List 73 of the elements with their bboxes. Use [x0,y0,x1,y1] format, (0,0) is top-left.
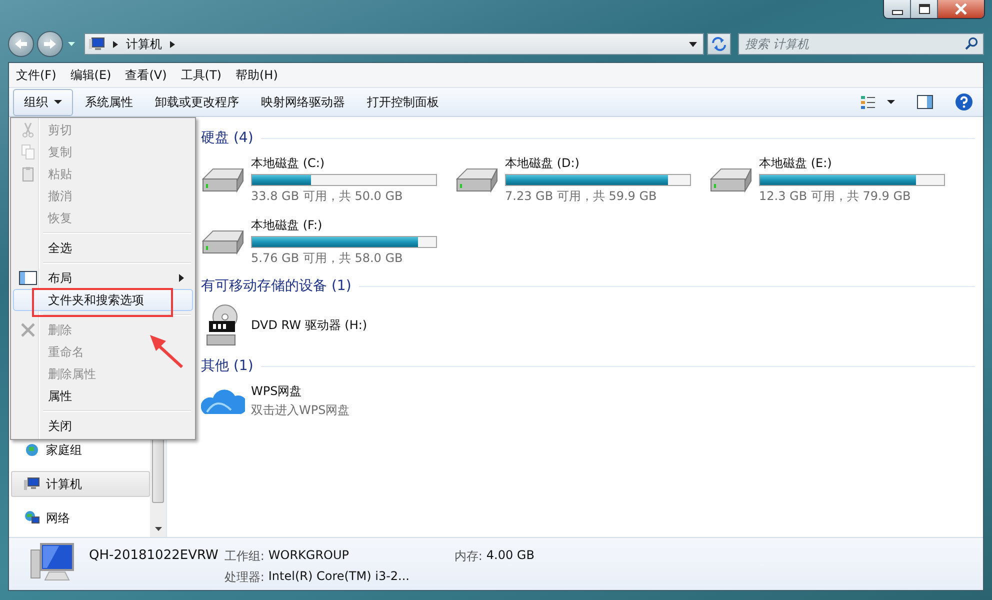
item-name[interactable]: 本地磁盘 (E:) [759,155,945,172]
group-heading: 硬盘 (4) [201,129,254,147]
maximize-button[interactable] [911,0,938,18]
computer-name: QH-20181022EVRW [89,547,218,563]
close-button[interactable] [938,0,984,18]
detail-value: WORKGROUP [268,548,350,564]
scroll-down-icon[interactable] [154,527,162,531]
navigation-item[interactable]: 网络 [11,505,150,531]
search-field[interactable]: 搜索 计算机 [738,33,984,55]
navigation-item[interactable]: 计算机 [11,471,150,497]
toolbar-button[interactable]: 映射网络驱动器 [251,90,355,114]
menu-item[interactable]: 文件(F) [11,66,62,84]
pointer-arrow [148,333,184,369]
item-name[interactable]: WPS网盘 [251,383,350,400]
chevron-icon[interactable] [113,40,118,48]
group-heading: 其他 (1) [201,357,254,375]
toolbar-button[interactable]: 打开控制面板 [357,90,449,114]
view-caret-icon[interactable] [887,100,895,104]
detail-value: Intel(R) Core(TM) i3-2... [268,569,410,585]
item-detail: 7.23 GB 可用，共 59.9 GB [505,188,658,205]
toolbar-button[interactable]: 系统属性 [75,90,143,114]
back-button[interactable] [8,31,34,57]
minimize-icon [892,10,902,14]
toolbar-button[interactable]: 卸载或更改程序 [145,90,249,114]
help-icon[interactable] [955,93,973,111]
computer-icon [89,37,105,51]
copy-icon [21,144,35,160]
address-bar[interactable]: 计算机 [84,33,704,55]
dropdown-caret-icon[interactable] [689,42,697,46]
clipboard-icon [22,166,34,182]
item-detail: 12.3 GB 可用，共 79.9 GB [759,188,912,205]
preview-pane-icon[interactable] [917,95,933,109]
menu-item[interactable]: 属性 [13,385,193,407]
globe-icon [24,442,40,458]
detail-label: 处理器: [224,569,264,586]
detail-label: 工作组: [224,548,264,565]
item-name[interactable]: 本地磁盘 (D:) [505,155,691,172]
history-caret-icon[interactable] [68,42,75,46]
delete-icon [21,323,35,337]
menu-item[interactable]: 全选 [13,237,193,259]
forward-arrow-icon [43,38,57,50]
menu-item[interactable]: 查看(V) [120,66,172,84]
menu-item[interactable]: 布局 [13,267,193,289]
organize-button[interactable]: 组织 [13,88,73,116]
maximize-icon [918,4,930,14]
detail-value: 4.00 GB [486,548,534,564]
chevron-icon[interactable] [170,40,175,48]
computer-icon [24,476,40,492]
item-name[interactable]: 本地磁盘 (C:) [251,155,437,172]
item-detail: 33.8 GB 可用，共 50.0 GB [251,188,404,205]
item-name[interactable]: DVD RW 驱动器 (H:) [251,316,368,334]
menu-item[interactable]: 帮助(H) [230,66,283,84]
menu-item[interactable]: 文件夹和搜索选项 [13,289,193,311]
close-icon [954,3,968,15]
minimize-button[interactable] [884,0,911,18]
back-arrow-icon [14,38,28,50]
item-name[interactable]: 本地磁盘 (F:) [251,217,437,234]
group-heading: 有可移动存储的设备 (1) [201,277,352,295]
caret-icon [54,100,62,104]
scissors-icon [21,122,35,138]
menu-item[interactable]: 关闭 [13,415,193,437]
menu-item[interactable]: 编辑(E) [65,66,116,84]
menu-item[interactable]: 工具(T) [176,66,226,84]
globe-computer-icon [24,510,40,526]
search-icon[interactable] [965,37,978,50]
item-detail: 5.76 GB 可用，共 58.0 GB [251,250,404,267]
forward-button[interactable] [37,31,63,57]
detail-label: 内存: [454,548,482,565]
navigation-item[interactable]: 家庭组 [11,437,150,463]
item-detail: 双击进入WPS网盘 [251,402,350,419]
layout-icon [19,271,37,285]
breadcrumb[interactable]: 计算机 [126,36,162,52]
refresh-button[interactable] [707,33,731,55]
